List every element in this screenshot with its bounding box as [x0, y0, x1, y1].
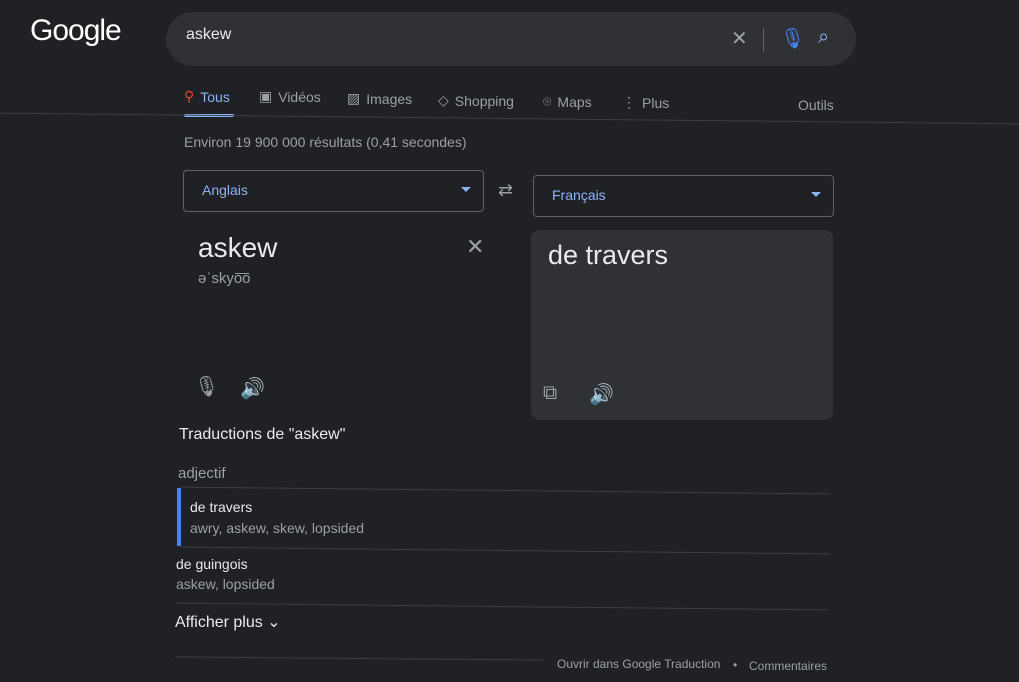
swap-languages-icon[interactable]: ⇄ — [498, 180, 513, 201]
entry-synonyms: awry, askew, skew, lopsided — [190, 520, 365, 536]
copy-icon[interactable]: ⧉ — [543, 382, 557, 405]
image-icon: ▨ — [347, 90, 361, 106]
open-in-translate-link[interactable]: Ouvrir dans Google Traduction — [557, 657, 720, 671]
tab-maps[interactable]: ⌾ Maps — [543, 93, 592, 110]
caret-down-icon — [461, 187, 471, 192]
clear-source-icon[interactable]: ✕ — [466, 234, 484, 260]
entry-synonyms: askew, lopsided — [176, 576, 275, 592]
search-input[interactable]: askew — [186, 26, 231, 44]
target-language: Français — [552, 187, 606, 203]
mic-icon[interactable]: 🎙 — [780, 26, 805, 51]
translations-heading: Traductions de "askew" — [179, 426, 346, 443]
tab-shopping[interactable]: ◇ Shopping — [438, 92, 514, 109]
source-language: Anglais — [202, 182, 248, 198]
tab-videos[interactable]: ▣ Vidéos — [259, 88, 321, 105]
divider — [763, 28, 764, 52]
chevron-down-icon: ⌄ — [267, 614, 281, 631]
pin-icon: ⌾ — [543, 93, 552, 109]
play-icon: ▣ — [259, 88, 273, 104]
divider — [175, 656, 543, 661]
tab-label: Plus — [642, 94, 670, 111]
separator: • — [733, 658, 738, 672]
tab-tous[interactable]: ⚲ Tous — [184, 88, 230, 105]
search-icon: ⚲ — [184, 88, 195, 104]
tab-images[interactable]: ▨ Images — [347, 90, 412, 107]
show-more-button[interactable]: Afficher plus ⌄ — [175, 612, 281, 632]
google-logo[interactable]: Google — [30, 14, 122, 48]
tab-label: Images — [366, 90, 413, 107]
divider — [176, 602, 828, 611]
source-text[interactable]: askew — [198, 232, 277, 264]
source-language-select[interactable]: Anglais — [183, 170, 484, 212]
part-of-speech: adjectif — [178, 465, 226, 482]
close-icon[interactable]: ✕ — [731, 26, 748, 51]
tab-label: Vidéos — [278, 88, 321, 105]
search-bar[interactable]: askew ✕ 🎙 ⌕ — [166, 12, 856, 66]
phonetic: əˈskyo͞o — [198, 270, 251, 287]
highlight-bar — [177, 488, 181, 546]
target-language-select[interactable]: Français — [533, 175, 834, 217]
divider — [180, 486, 830, 495]
search-icon[interactable]: ⌕ — [818, 26, 829, 49]
result-stats: Environ 19 900 000 résultats (0,41 secon… — [184, 134, 467, 150]
entry-word[interactable]: de travers — [190, 499, 252, 515]
feedback-link[interactable]: Commentaires — [749, 659, 827, 673]
tab-label: Maps — [557, 93, 592, 110]
tab-label: Shopping — [454, 92, 514, 109]
speaker-icon[interactable]: 🔊 — [589, 382, 614, 407]
translated-text: de travers — [548, 240, 669, 270]
tab-label: Tous — [200, 88, 230, 105]
caret-down-icon — [811, 192, 821, 197]
translation-output: de travers ⧉ 🔊 — [531, 230, 833, 420]
divider — [0, 112, 1019, 125]
more-vert-icon: ⋮ — [622, 94, 636, 110]
tag-icon: ◇ — [438, 92, 449, 108]
tab-plus[interactable]: ⋮ Plus — [622, 94, 669, 111]
tools-button[interactable]: Outils — [798, 97, 834, 113]
speaker-icon[interactable]: 🔊 — [240, 376, 265, 401]
show-more-label: Afficher plus — [175, 614, 263, 631]
divider — [180, 546, 830, 555]
entry-word[interactable]: de guingois — [176, 556, 248, 572]
mic-icon[interactable]: 🎙 — [194, 374, 219, 399]
